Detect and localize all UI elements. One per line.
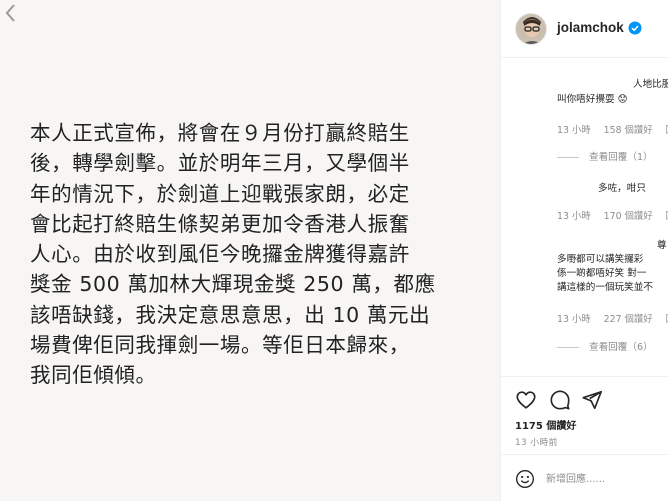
comment-likes[interactable]: 227 個讚好 <box>604 314 653 325</box>
verified-badge-icon <box>628 21 642 35</box>
comment-meta: 13 小時 158 個讚好 回覆 <box>557 122 668 136</box>
divider <box>557 156 579 158</box>
add-comment-bar <box>501 454 668 501</box>
post-header: jolamchok <box>501 0 668 58</box>
comment-text: 尊 <box>657 240 667 251</box>
avatar[interactable] <box>515 13 547 45</box>
heart-icon[interactable] <box>515 389 537 411</box>
comment-text: 叫你唔好攪耍 😟 <box>557 94 628 105</box>
comment-meta: 13 小時 170 個讚好 回覆 <box>557 208 668 222</box>
comment-text: 係一啲都唔好笑 對一 <box>557 268 647 279</box>
chevron-left-icon[interactable] <box>2 2 20 24</box>
username[interactable]: jolamchok <box>557 20 624 35</box>
view-replies-label: 查看回覆（6） <box>589 342 653 353</box>
smiley-icon[interactable] <box>515 469 535 489</box>
view-replies-label: 查看回覆（1） <box>589 152 653 163</box>
post-timestamp[interactable]: 13 小時前 <box>515 435 558 448</box>
comment-input[interactable] <box>546 467 666 491</box>
divider <box>557 346 579 348</box>
post-image-text: 本人正式宣佈，將會在９月份打贏終賠生 後，轉學劍擊。並於明年三月，又學個半 年的… <box>30 121 436 388</box>
post-sidebar: jolamchok 人地比服 叫你唔好攪耍 😟 13 小時 158 個讚好 回覆… <box>500 0 668 501</box>
comment-likes[interactable]: 158 個讚好 <box>604 125 653 136</box>
comment-bubble-icon[interactable] <box>549 389 571 411</box>
comment-text: 人地比服 <box>633 79 668 90</box>
view-replies-button[interactable]: 查看回覆（1） <box>557 149 653 163</box>
view-replies-button[interactable]: 查看回覆（6） <box>557 339 653 353</box>
comment-text: 多咗，咁只 <box>598 183 646 194</box>
likes-count[interactable]: 1175 個讚好 <box>515 417 576 432</box>
paper-plane-icon[interactable] <box>581 389 603 411</box>
comment-text: 多嘢都可以講笑攞彩 <box>557 254 644 265</box>
avatar-portrait-icon <box>516 14 546 44</box>
comment-text: 講這樣的一個玩笑並不 <box>557 282 653 293</box>
comment-meta: 13 小時 227 個讚好 回覆 <box>557 311 668 325</box>
comments-list: 人地比服 叫你唔好攪耍 😟 13 小時 158 個讚好 回覆 查看回覆（1） 多… <box>501 58 668 370</box>
post-actions: 1175 個讚好 13 小時前 <box>501 376 668 466</box>
comment-time: 13 小時 <box>557 125 591 136</box>
comment-time: 13 小時 <box>557 314 591 325</box>
comment-likes[interactable]: 170 個讚好 <box>604 211 653 222</box>
comment-time: 13 小時 <box>557 211 591 222</box>
post-image: 本人正式宣佈，將會在９月份打贏終賠生 後，轉學劍擊。並於明年三月，又學個半 年的… <box>0 0 500 501</box>
